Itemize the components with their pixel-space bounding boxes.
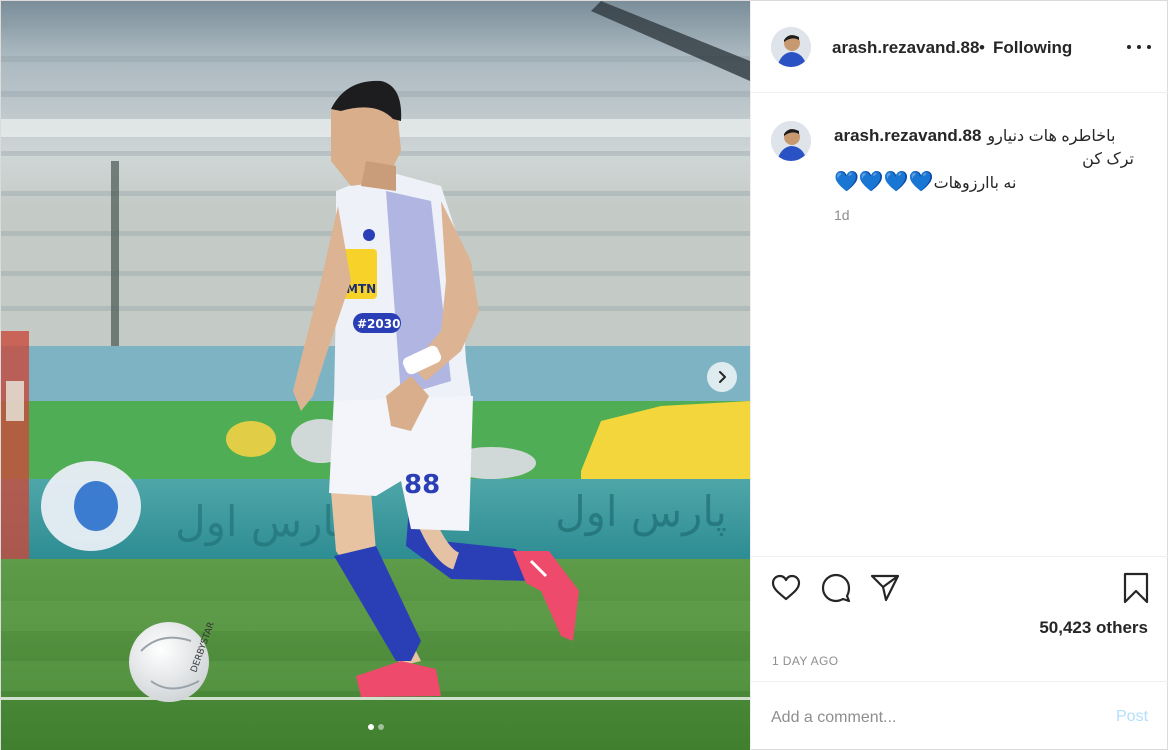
post-header: arash.rezavand.88 • Following bbox=[751, 1, 1168, 93]
carousel-dot bbox=[377, 724, 384, 730]
caption-area: arash.rezavand.88 باخاطره هات دنیارو ترک… bbox=[751, 93, 1168, 556]
following-button[interactable]: Following bbox=[993, 38, 1072, 58]
caption-line-3: نه باارزوهات bbox=[933, 175, 1017, 192]
comment-button[interactable] bbox=[820, 572, 852, 604]
carousel-dot-active bbox=[367, 724, 374, 730]
post-media[interactable]: پارس اول پارس اول DERBYSTAR 88 MTN #2030 bbox=[1, 1, 750, 750]
post-side-panel: arash.rezavand.88 • Following arash.reza… bbox=[750, 1, 1168, 750]
jersey-sponsor: MTN bbox=[346, 282, 376, 296]
caption-username[interactable]: arash.rezavand.88 bbox=[834, 124, 981, 147]
share-button[interactable] bbox=[869, 572, 901, 604]
chevron-right-icon bbox=[719, 371, 726, 383]
board-text-right: پارس اول bbox=[555, 487, 727, 537]
comment-input[interactable] bbox=[771, 706, 1091, 730]
comment-form: Post bbox=[751, 681, 1168, 750]
post-photo: پارس اول پارس اول DERBYSTAR 88 MTN #2030 bbox=[1, 1, 750, 750]
comment-icon bbox=[821, 573, 851, 603]
caption-line-1: باخاطره هات دنیارو bbox=[987, 128, 1116, 145]
header-separator: • bbox=[979, 38, 985, 57]
shorts-number: 88 bbox=[404, 470, 440, 500]
board-text-left: پارس اول bbox=[175, 497, 347, 547]
blue-hearts-emoji: 💙💙💙💙 bbox=[834, 171, 934, 193]
paper-plane-icon bbox=[870, 574, 900, 602]
caption-text: arash.rezavand.88 باخاطره هات دنیارو ترک… bbox=[834, 124, 1134, 195]
caption-line-2: ترک کن bbox=[1082, 151, 1134, 168]
save-button[interactable] bbox=[1120, 572, 1152, 604]
instagram-post: پارس اول پارس اول DERBYSTAR 88 MTN #2030… bbox=[0, 0, 1168, 750]
heart-icon bbox=[771, 574, 801, 601]
more-options-icon[interactable] bbox=[1127, 37, 1151, 57]
bookmark-icon bbox=[1123, 572, 1149, 604]
like-button[interactable] bbox=[770, 572, 802, 604]
caption-timestamp[interactable]: 1d bbox=[834, 207, 850, 223]
author-avatar[interactable] bbox=[771, 27, 811, 67]
author-username[interactable]: arash.rezavand.88 bbox=[832, 38, 979, 58]
carousel-indicator bbox=[1, 724, 750, 730]
carousel-next-button[interactable] bbox=[707, 362, 737, 392]
jersey-code: #2030 bbox=[357, 317, 400, 331]
likes-count[interactable]: 50,423 others bbox=[1039, 618, 1148, 638]
post-comment-button[interactable]: Post bbox=[1116, 708, 1148, 726]
post-age[interactable]: 1 DAY AGO bbox=[772, 654, 839, 668]
caption-avatar[interactable] bbox=[771, 121, 811, 161]
post-actions: 50,423 others 1 DAY AGO bbox=[751, 556, 1168, 681]
